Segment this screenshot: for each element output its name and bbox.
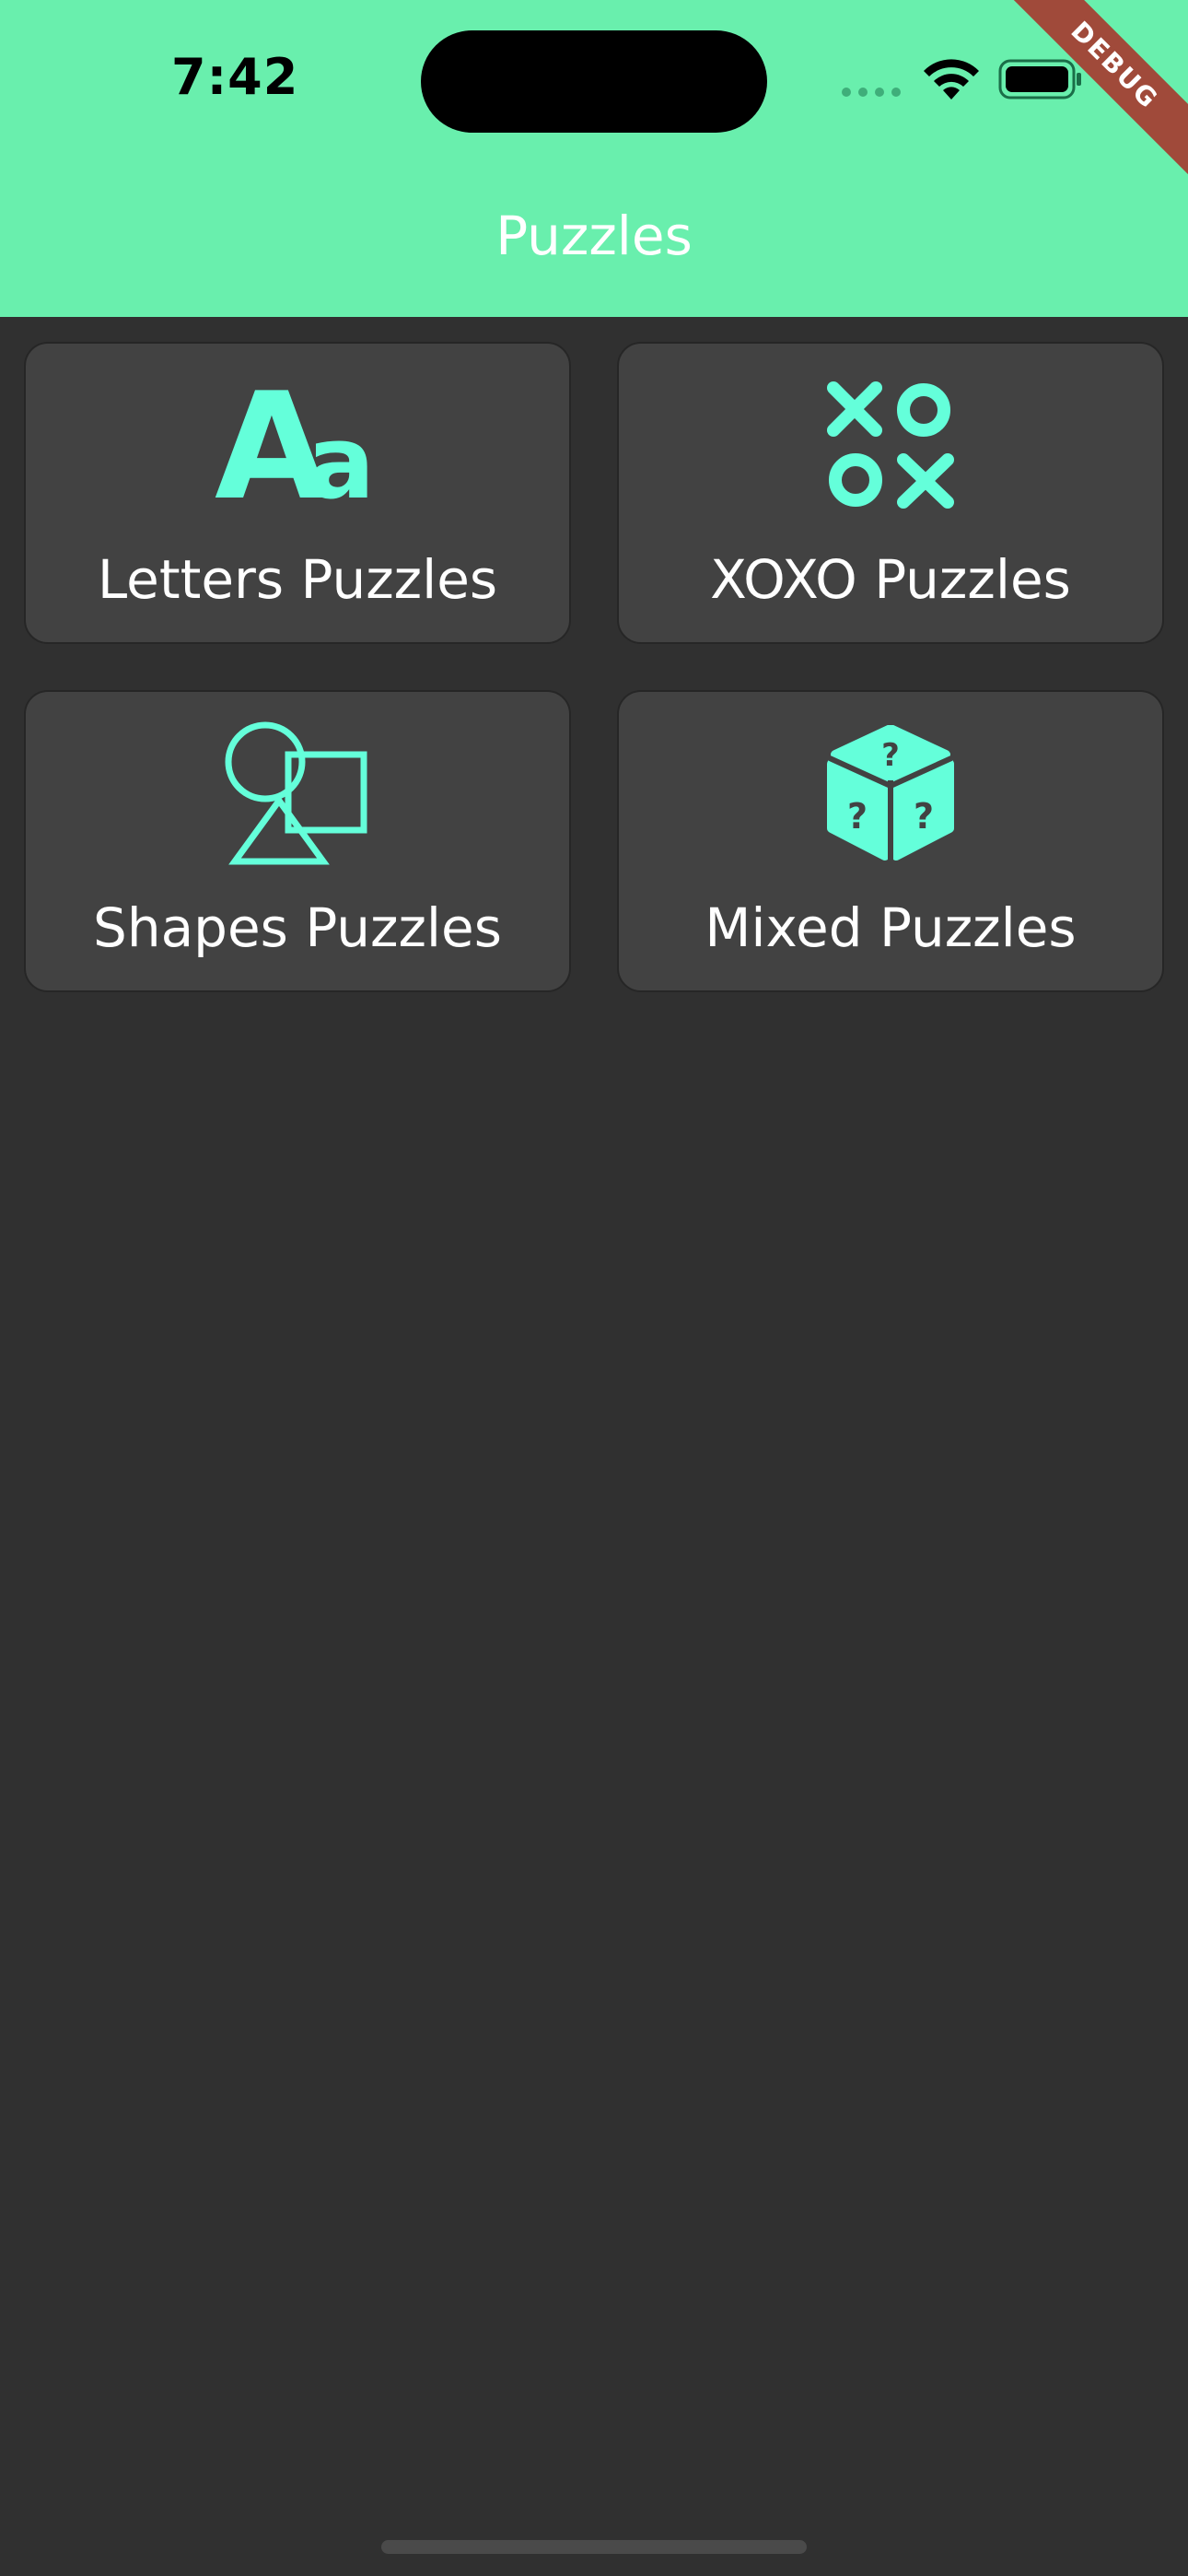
- svg-text:?: ?: [914, 796, 934, 837]
- dice-question-icon: ? ? ?: [827, 725, 954, 861]
- app-bar: 7:42 DEBUG Puzzles: [0, 0, 1188, 317]
- letters-icon: A a: [215, 385, 375, 503]
- wifi-icon: [924, 59, 979, 100]
- home-indicator[interactable]: [381, 2540, 807, 2554]
- screen: 7:42 DEBUG Puzzles A a Letters Puzzles X…: [0, 0, 1188, 2576]
- letters-puzzles-card[interactable]: A a Letters Puzzles: [24, 342, 571, 644]
- mixed-puzzles-card[interactable]: ? ? ? Mixed Puzzles: [617, 690, 1164, 992]
- battery-icon: [998, 59, 1081, 100]
- shapes-icon: [225, 721, 367, 865]
- svg-text:?: ?: [847, 796, 868, 837]
- svg-text:?: ?: [881, 737, 900, 774]
- dynamic-island: [421, 30, 767, 133]
- card-label: XOXO Puzzles: [710, 548, 1071, 611]
- card-label: Letters Puzzles: [97, 548, 498, 611]
- shapes-puzzles-card[interactable]: Shapes Puzzles: [24, 690, 571, 992]
- card-label: Shapes Puzzles: [93, 896, 502, 959]
- xoxo-puzzles-card[interactable]: XOXO Puzzles: [617, 342, 1164, 644]
- card-label: Mixed Puzzles: [705, 896, 1077, 959]
- page-title: Puzzles: [495, 205, 693, 267]
- status-time: 7:42: [171, 48, 299, 106]
- svg-text:a: a: [307, 404, 375, 503]
- tic-tac-toe-icon: [827, 381, 954, 509]
- cellular-signal-icon: [842, 88, 901, 97]
